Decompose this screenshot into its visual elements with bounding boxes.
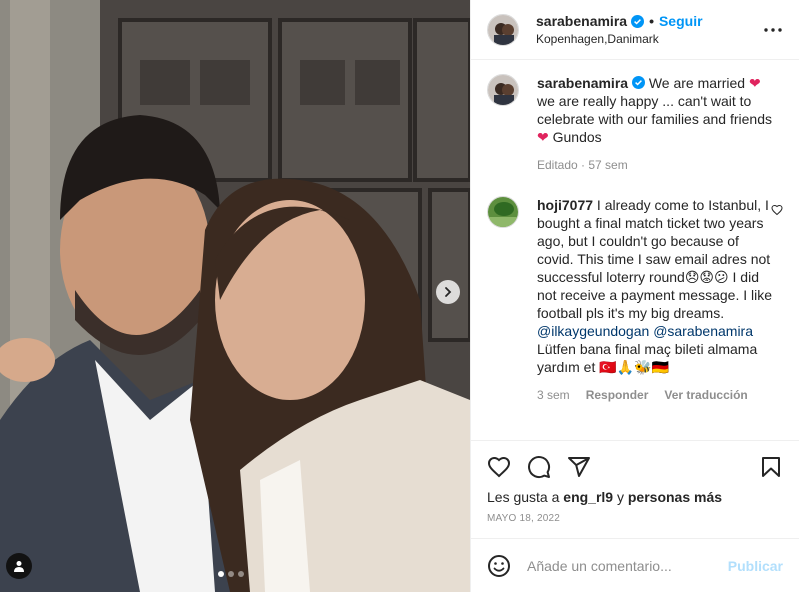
caption-avatar[interactable] bbox=[487, 74, 519, 106]
avatar-image bbox=[488, 197, 518, 227]
likes-others-link[interactable]: personas más bbox=[628, 489, 722, 505]
commenter-username[interactable]: hoji7077 bbox=[537, 197, 593, 213]
likes-summary: Les gusta a eng_rl9 y personas más bbox=[487, 489, 783, 505]
caption-username[interactable]: sarabenamira bbox=[537, 75, 628, 91]
caption-text: We are married bbox=[648, 75, 749, 91]
comments-section: sarabenamira We are married ❤ we are rea… bbox=[471, 60, 799, 440]
liker-username[interactable]: eng_rl9 bbox=[563, 489, 613, 505]
avatar-image bbox=[488, 75, 518, 105]
likes-joiner: y bbox=[613, 489, 628, 505]
carousel-dot bbox=[228, 571, 234, 577]
post-photo[interactable] bbox=[0, 0, 470, 592]
carousel-dot bbox=[218, 571, 224, 577]
comment-input[interactable] bbox=[527, 557, 728, 574]
chevron-right-icon bbox=[445, 287, 452, 297]
verified-icon bbox=[631, 76, 645, 89]
bookmark-icon[interactable] bbox=[759, 455, 783, 479]
caption: sarabenamira We are married ❤ we are rea… bbox=[487, 74, 783, 174]
comment-body: hoji7077 I already come to Istanbul, I b… bbox=[537, 196, 773, 404]
reply-button[interactable]: Responder bbox=[586, 386, 649, 404]
comment-text: Lütfen bana final maç bileti almama yard… bbox=[537, 341, 758, 375]
translate-button[interactable]: Ver traducción bbox=[664, 386, 747, 404]
user-tag-icon bbox=[14, 561, 24, 572]
post-details-panel: sarabenamira • Seguir Kopenhagen,Danimar… bbox=[470, 0, 799, 592]
likes-prefix: Les gusta a bbox=[487, 489, 564, 505]
author-avatar[interactable] bbox=[487, 13, 519, 46]
mention-link[interactable]: @sarabenamira bbox=[653, 323, 753, 339]
add-comment-bar: Publicar bbox=[471, 538, 799, 592]
action-bar bbox=[487, 447, 783, 487]
avatar-image bbox=[488, 14, 518, 45]
instagram-post-view: sarabenamira • Seguir Kopenhagen,Danimar… bbox=[0, 0, 799, 592]
post-location[interactable]: Kopenhagen,Danimark bbox=[536, 32, 761, 46]
heart-emoji: ❤ bbox=[748, 75, 761, 91]
header-top-row: sarabenamira • Seguir bbox=[536, 13, 761, 29]
caption-text: we are really happy ... can't wait to ce… bbox=[537, 93, 773, 127]
more-options-button[interactable] bbox=[761, 27, 785, 32]
carousel-indicator bbox=[218, 571, 244, 577]
user-tags-button[interactable] bbox=[6, 553, 32, 579]
post-actions: Les gusta a eng_rl9 y personas más MAYO … bbox=[471, 440, 799, 524]
header-text: sarabenamira • Seguir Kopenhagen,Danimar… bbox=[536, 13, 761, 46]
more-icon bbox=[764, 27, 782, 32]
publish-button[interactable]: Publicar bbox=[728, 558, 783, 574]
post-date[interactable]: MAYO 18, 2022 bbox=[487, 513, 783, 524]
photo-image bbox=[0, 0, 470, 592]
mention-link[interactable]: @ilkaygeundogan bbox=[537, 323, 649, 339]
author-username[interactable]: sarabenamira bbox=[536, 13, 627, 29]
follow-button[interactable]: Seguir bbox=[659, 13, 703, 29]
share-icon[interactable] bbox=[567, 455, 591, 479]
commenter-avatar[interactable] bbox=[487, 196, 519, 228]
edited-time: Editado · 57 sem bbox=[537, 158, 628, 172]
carousel-dot bbox=[238, 571, 244, 577]
emoji-icon[interactable] bbox=[487, 554, 511, 578]
next-photo-button[interactable] bbox=[436, 280, 460, 304]
caption-body: sarabenamira We are married ❤ we are rea… bbox=[537, 74, 773, 174]
comment-icon[interactable] bbox=[527, 455, 551, 479]
caption-text: Gundos bbox=[548, 129, 602, 145]
comment-meta: 3 sem Responder Ver traducción bbox=[537, 386, 773, 404]
header-separator: • bbox=[649, 13, 654, 29]
comment-item: hoji7077 I already come to Istanbul, I b… bbox=[487, 196, 783, 404]
caption-meta: Editado · 57 sem bbox=[537, 156, 773, 174]
comment-text: I already come to Istanbul, I bought a f… bbox=[537, 197, 773, 321]
comment-like-icon[interactable] bbox=[771, 204, 783, 216]
verified-icon bbox=[631, 14, 645, 28]
comment-age: 3 sem bbox=[537, 388, 570, 402]
post-header: sarabenamira • Seguir Kopenhagen,Danimar… bbox=[471, 0, 799, 60]
heart-icon[interactable] bbox=[487, 455, 511, 479]
heart-emoji: ❤ bbox=[537, 129, 549, 145]
